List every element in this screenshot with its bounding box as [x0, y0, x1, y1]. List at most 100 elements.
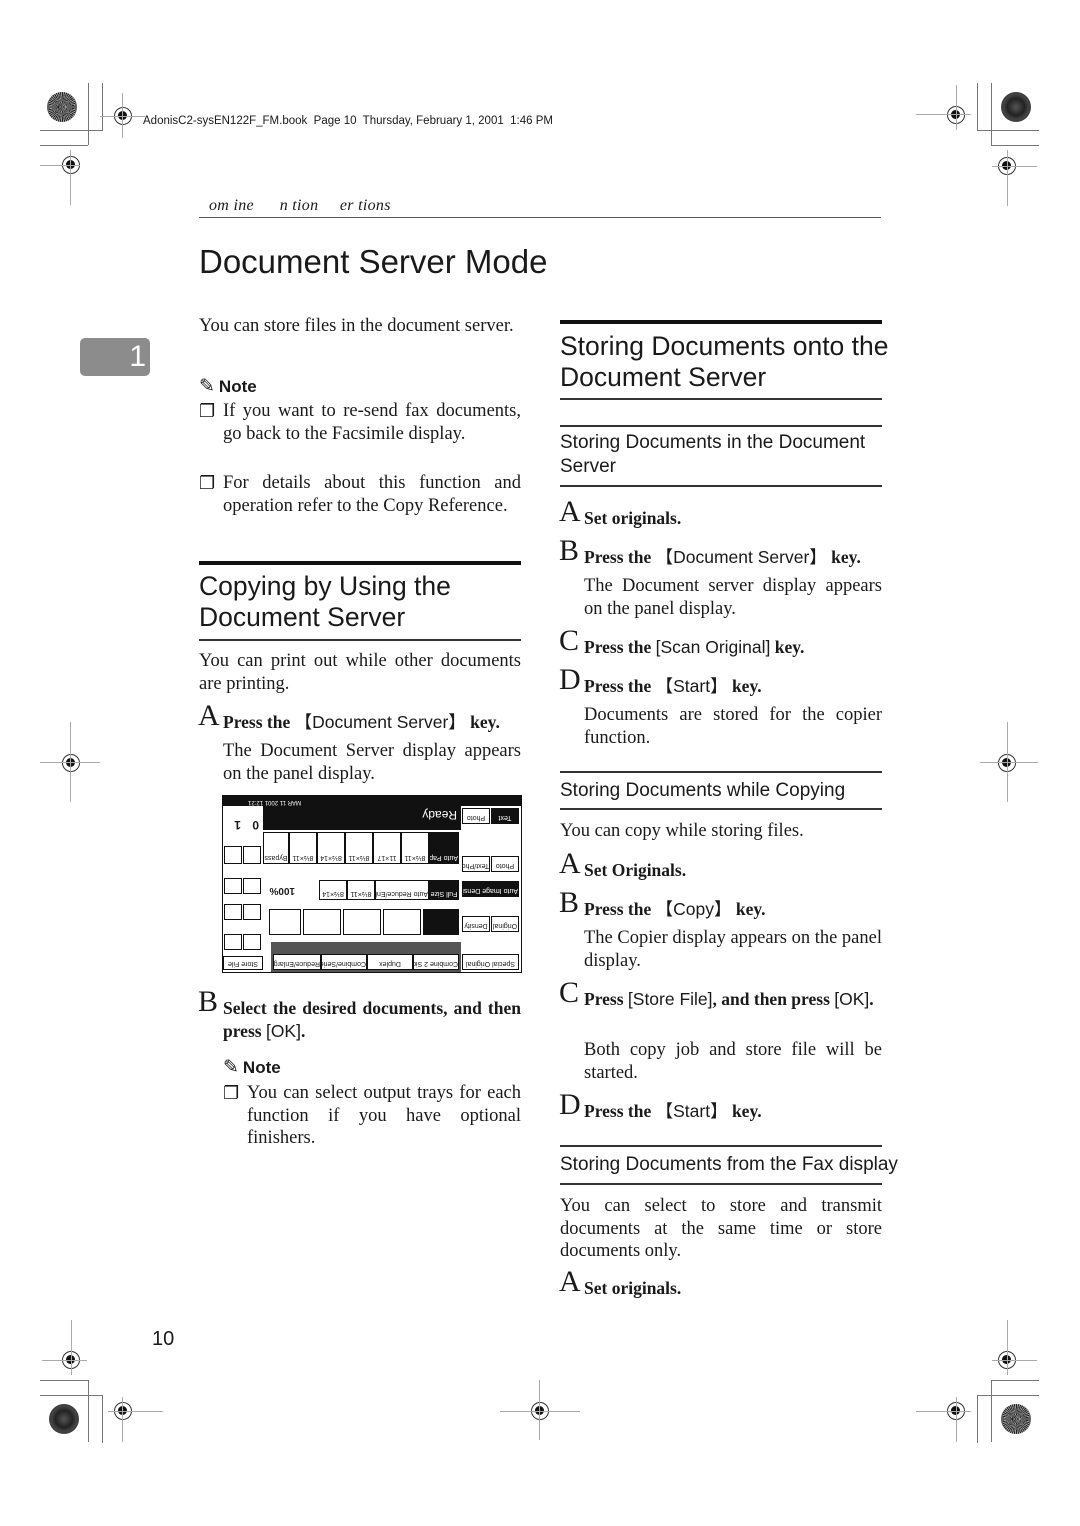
key-name: [Scan Original] [655, 637, 771, 657]
step-letter: A [559, 1265, 581, 1298]
panel-button: 8½×11 [289, 832, 317, 864]
subsection-rule [560, 771, 882, 773]
panel-button: Duplex [367, 954, 413, 970]
panel-ratio: 100% [269, 885, 295, 896]
panel-button [383, 909, 421, 935]
running-head: om ine n tion er tions [209, 197, 391, 214]
panel-button: 8½×11 [345, 832, 373, 864]
key-name: 【Document Server】 [294, 712, 466, 732]
step-detail: Both copy job and store file will be sta… [584, 1040, 882, 1083]
step-letter: B [559, 886, 580, 919]
subsection-heading: Storing Documents while Copying [560, 780, 846, 801]
subsection-intro: You can select to store and transmit doc… [560, 1196, 882, 1261]
key-name: 【Start】 [655, 1101, 728, 1121]
panel-button: Auto Reduce/Enlarge [375, 880, 429, 900]
panel-button [224, 846, 242, 864]
checkbox-bullet-icon: ❐ [199, 473, 216, 493]
note-item: ❐ You can select output trays for each f… [223, 1083, 521, 1148]
subsection-heading: Storing Documents from the Fax display [560, 1154, 898, 1175]
step-d: D Press the 【Start】 key. [559, 663, 762, 696]
pencil-icon: ✎ [223, 1057, 239, 1078]
panel-button: Full Size [429, 880, 459, 900]
step-a: A Set originals. [559, 495, 682, 528]
panel-button: Combine 2 Sides [413, 954, 459, 970]
step-detail: The Copier display appears on the panel … [584, 928, 882, 971]
subsection-rule [560, 485, 882, 487]
panel-display-screenshot: Special Original Original Density Auto I… [222, 795, 522, 973]
panel-button: 11×17 [373, 832, 401, 864]
panel-button: Store File [223, 956, 263, 970]
step-b: B Press the 【Document Server】 key. [559, 534, 861, 567]
key-name: 【Copy】 [655, 899, 732, 919]
panel-button [243, 846, 261, 864]
panel-button: Bypass [263, 832, 289, 864]
color-target-icon [1001, 92, 1031, 122]
panel-button [224, 904, 242, 920]
subsection-rule [560, 808, 882, 810]
step-letter: A [559, 495, 581, 528]
step-b: B Press the 【Copy】 key. [559, 886, 766, 919]
panel-counter: 1 [234, 818, 241, 832]
step-letter: C [559, 624, 580, 657]
note-item: ❐ For details about this function and op… [199, 473, 521, 516]
color-target-icon [47, 92, 77, 122]
step-c: C Press the [Scan Original] key. [559, 624, 805, 657]
step-letter: B [559, 534, 580, 567]
step-letter: D [559, 663, 581, 696]
key-name: 【Document Server】 [655, 547, 827, 567]
panel-button [303, 909, 341, 935]
step-b: B Select the desired documents, and then… [198, 985, 521, 1041]
step-detail: The Document Server display appears on t… [223, 741, 521, 784]
panel-button: 8½×14 [319, 880, 347, 900]
step-letter: A [559, 847, 581, 880]
step-letter: D [559, 1088, 581, 1121]
note-heading: ✎ Note [199, 375, 257, 398]
panel-clock: MAR 11 2001 12:21 [248, 799, 301, 805]
step-a: A Set Originals. [559, 847, 687, 880]
section-heading-storing: Storing Documents onto the Document Serv… [560, 331, 889, 392]
panel-button: Photo [462, 808, 490, 824]
checkbox-bullet-icon: ❐ [223, 1083, 240, 1103]
subsection-rule [560, 425, 882, 427]
panel-button: Text [491, 808, 519, 824]
step-letter: C [559, 976, 580, 1009]
panel-button: Original [491, 916, 519, 932]
key-name: [OK] [834, 989, 870, 1009]
panel-button: Auto Image Density [462, 881, 519, 897]
panel-button: 8½×11 [401, 832, 429, 864]
panel-button: Auto Paper [429, 832, 459, 864]
panel-button: 8½×14 [317, 832, 345, 864]
section-heading-copying: Copying by Using the Document Server [199, 571, 451, 632]
section-rule [560, 398, 882, 400]
panel-button: Reduce/Enlarge [273, 954, 321, 970]
key-name: 【Start】 [655, 676, 728, 696]
panel-button [224, 878, 242, 894]
note-label: Note [242, 1057, 281, 1077]
page-number: 10 [152, 1328, 175, 1350]
panel-button: Density [462, 916, 490, 932]
section-rule-thick [560, 320, 882, 324]
panel-button [243, 904, 261, 920]
subsection-intro: You can copy while storing files. [560, 821, 804, 841]
chapter-thumb-tab: 1 [80, 338, 150, 376]
color-target-icon [1001, 1404, 1031, 1434]
note-label: Note [218, 376, 257, 396]
subsection-heading: Storing Documents in the Document Server [560, 432, 866, 477]
panel-button: Text/Photo [462, 856, 490, 872]
step-letter: A [198, 699, 220, 732]
step-letter: B [198, 985, 219, 1018]
intro-text: You can store files in the document serv… [199, 316, 514, 336]
panel-button [243, 934, 261, 950]
step-d: D Press the 【Start】 key. [559, 1088, 762, 1121]
step-c: C Press [Store File], and then press [OK… [559, 976, 874, 1009]
section-rule [199, 639, 521, 641]
subsection-rule [560, 1183, 882, 1185]
step-detail: The Document server display appears on t… [584, 576, 882, 619]
subsection-rule [560, 1145, 882, 1147]
pencil-icon: ✎ [199, 376, 215, 397]
print-file-info: AdonisC2-sysEN122F_FM.book Page 10 Thurs… [143, 115, 553, 127]
panel-button [343, 909, 381, 935]
panel-button [423, 909, 459, 935]
panel-button [243, 878, 261, 894]
panel-button [269, 909, 301, 935]
